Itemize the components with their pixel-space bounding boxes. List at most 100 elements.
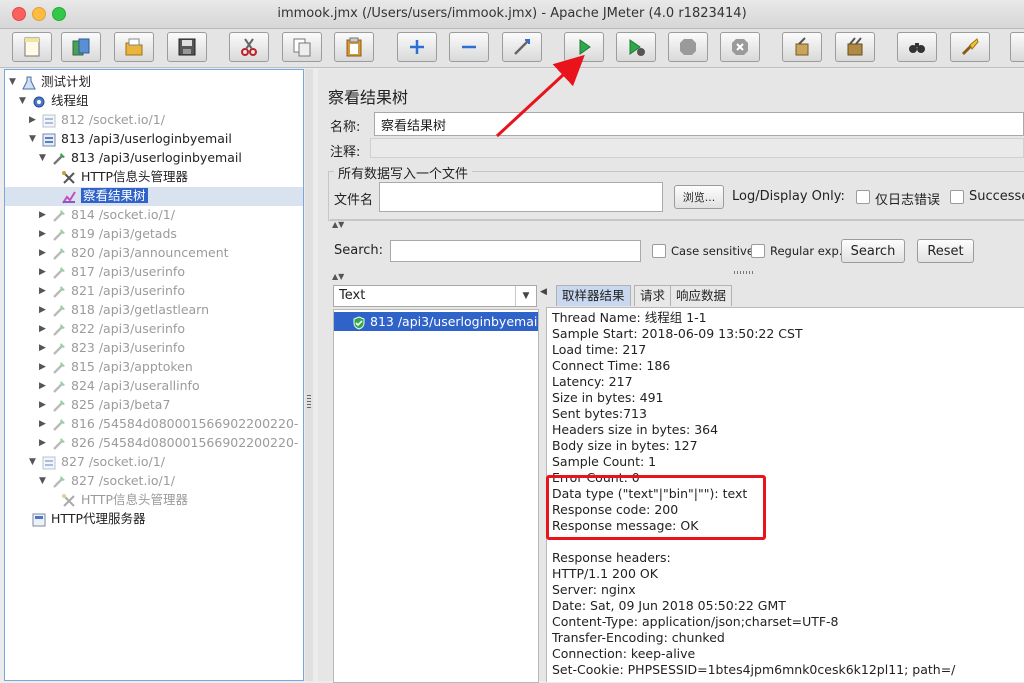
expand-arrow-icon[interactable]: ▼ <box>39 472 51 491</box>
name-field[interactable]: 察看结果树 <box>374 112 1024 136</box>
collapsed-arrow-icon[interactable]: ▶ <box>39 434 51 453</box>
search-input[interactable] <box>390 240 641 262</box>
expand-arrow-icon[interactable]: ▼ <box>19 92 31 111</box>
comment-field[interactable] <box>370 138 1024 158</box>
collapsed-arrow-icon[interactable]: ▶ <box>39 320 51 339</box>
pipette-icon <box>51 436 67 452</box>
tree-node[interactable]: ▼ 813 /api3/userloginbyemail <box>29 129 232 148</box>
tree-node[interactable]: ▶ 816 /54584d080001566902200220- <box>39 414 298 433</box>
filename-input[interactable] <box>379 182 663 212</box>
tree-node[interactable]: ▶ 814 /socket.io/1/ <box>39 205 175 224</box>
cut-button[interactable] <box>229 32 269 62</box>
tree-node[interactable]: ▶ 826 /54584d080001566902200220- <box>39 433 298 452</box>
tree-node[interactable]: HTTP信息头管理器 <box>49 167 188 186</box>
collapsed-arrow-icon[interactable]: ▶ <box>39 282 51 301</box>
collapse-divider-top[interactable]: ▲▼ <box>330 219 1024 229</box>
tree-node[interactable]: ▼ 827 /socket.io/1/ <box>29 452 165 471</box>
tab-sampler-result[interactable]: 取样器结果 <box>556 285 631 306</box>
tree-node[interactable]: 察看结果树 <box>49 186 148 205</box>
test-plan-tree[interactable]: ▼ 测试计划 ▼ 线程组 ▶ 812 /socket.io/1/ ▼ 813 /api3/us… <box>4 69 304 681</box>
collapsed-arrow-icon[interactable]: ▶ <box>29 111 41 130</box>
expand-arrow-icon[interactable]: ▼ <box>29 130 41 149</box>
splitter-grip[interactable] <box>307 395 311 409</box>
tree-node[interactable]: HTTP信息头管理器 <box>49 490 188 509</box>
tree-node[interactable]: ▼ 线程组 <box>19 91 89 110</box>
expand-arrow-icon[interactable]: ▼ <box>9 73 21 92</box>
collapsed-arrow-icon[interactable]: ▶ <box>39 225 51 244</box>
tab-scroll-left-icon[interactable]: ◀ <box>540 287 547 297</box>
collapsed-arrow-icon[interactable]: ▶ <box>39 396 51 415</box>
tree-node[interactable]: ▶ 815 /api3/apptoken <box>39 357 193 376</box>
collapsed-arrow-icon[interactable]: ▶ <box>39 263 51 282</box>
tree-node[interactable]: ▶ 822 /api3/userinfo <box>39 319 185 338</box>
start-icon <box>579 39 591 55</box>
tree-node-label: 819 /api3/getads <box>71 226 177 241</box>
tree-node-label: 测试计划 <box>41 74 92 89</box>
case-sensitive-checkbox[interactable] <box>652 244 666 258</box>
tab-response-data[interactable]: 响应数据 <box>670 285 733 306</box>
tab-request[interactable]: 请求 <box>634 285 672 306</box>
collapsed-arrow-icon[interactable]: ▶ <box>39 415 51 434</box>
regular-exp-checkbox[interactable] <box>751 244 765 258</box>
tree-node[interactable]: ▶ 817 /api3/userinfo <box>39 262 185 281</box>
expand-button[interactable] <box>397 32 437 62</box>
result-label: 813 /api3/userloginbyemail <box>370 314 538 329</box>
toggle-button[interactable] <box>502 32 542 62</box>
collapsed-arrow-icon[interactable]: ▶ <box>39 301 51 320</box>
save-button[interactable] <box>167 32 207 62</box>
collapsed-arrow-icon[interactable]: ▶ <box>39 358 51 377</box>
collapsed-arrow-icon[interactable]: ▶ <box>39 206 51 225</box>
shutdown-button[interactable] <box>720 32 760 62</box>
divider-grip[interactable] <box>734 271 754 274</box>
tree-node[interactable]: ▶ 820 /api3/announcement <box>39 243 229 262</box>
toolbar-overflow-button[interactable] <box>1010 32 1024 62</box>
tree-node[interactable]: ▼ 测试计划 <box>9 72 91 91</box>
open-icon <box>125 38 143 56</box>
tree-node[interactable]: ▶ 824 /api3/userallinfo <box>39 376 200 395</box>
collapsed-arrow-icon[interactable]: ▶ <box>39 339 51 358</box>
tree-node[interactable]: ▼ 827 /socket.io/1/ <box>39 471 175 490</box>
renderer-select[interactable]: Text ▼ <box>333 285 537 307</box>
clear-all-button[interactable] <box>835 32 875 62</box>
tree-node-label: 826 /54584d080001566902200220- <box>71 435 299 450</box>
expand-arrow-icon[interactable]: ▼ <box>29 453 41 472</box>
result-line: Sample Count: 1 <box>552 454 657 469</box>
tree-node[interactable]: ▶ 823 /api3/userinfo <box>39 338 185 357</box>
collapse-button[interactable] <box>449 32 489 62</box>
search-button[interactable] <box>897 32 937 62</box>
clear-button[interactable] <box>782 32 822 62</box>
tree-node[interactable]: ▶ 819 /api3/getads <box>39 224 177 243</box>
annotation-highlight-box <box>546 475 766 540</box>
collapsed-arrow-icon[interactable]: ▶ <box>39 377 51 396</box>
stop-button[interactable] <box>668 32 708 62</box>
open-button[interactable] <box>114 32 154 62</box>
start-no-timers-button[interactable] <box>616 32 656 62</box>
tree-node[interactable]: ▶ 821 /api3/userinfo <box>39 281 185 300</box>
browse-button[interactable]: 浏览... <box>674 185 724 209</box>
new-button[interactable] <box>12 32 52 62</box>
tree-node[interactable]: ▶ 818 /api3/getlastlearn <box>39 300 209 319</box>
templates-button[interactable] <box>61 32 101 62</box>
search-submit-button[interactable]: Search <box>841 239 905 263</box>
collapsed-arrow-icon[interactable]: ▶ <box>39 244 51 263</box>
expand-arrow-icon[interactable]: ▼ <box>39 149 51 168</box>
tree-node-label: 825 /api3/beta7 <box>71 397 171 412</box>
tree-node[interactable]: ▶ 812 /socket.io/1/ <box>29 110 165 129</box>
tree-node-label: 822 /api3/userinfo <box>71 321 185 336</box>
toolbar <box>0 29 1024 68</box>
successes-checkbox[interactable] <box>950 190 964 204</box>
tree-node[interactable]: ▶ 825 /api3/beta7 <box>39 395 170 414</box>
pipette-icon <box>51 474 67 490</box>
reset-search-button[interactable] <box>950 32 990 62</box>
reset-button[interactable]: Reset <box>917 239 974 263</box>
collapse-divider-middle[interactable]: ▲▼ <box>330 272 1024 281</box>
results-list[interactable]: 813 /api3/userloginbyemail <box>333 309 539 683</box>
start-button[interactable] <box>564 32 604 62</box>
errors-only-checkbox[interactable] <box>856 190 870 204</box>
paste-button[interactable] <box>334 32 374 62</box>
tree-node[interactable]: HTTP代理服务器 <box>19 509 146 528</box>
copy-button[interactable] <box>282 32 322 62</box>
tree-node[interactable]: ▼ 813 /api3/userloginbyemail <box>39 148 242 167</box>
vertical-splitter[interactable] <box>305 69 313 681</box>
list-item[interactable]: 813 /api3/userloginbyemail <box>334 312 538 331</box>
